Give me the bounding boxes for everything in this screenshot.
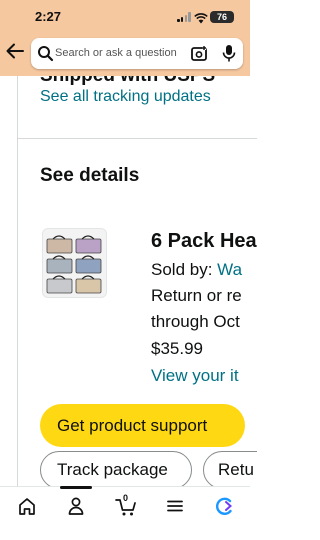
return-date-text: through Oct <box>151 312 240 331</box>
menu-icon[interactable] <box>163 495 187 517</box>
signal-icon <box>177 12 191 22</box>
status-bar: 2:27 76 <box>0 0 250 30</box>
header: 2:27 76 Search or ask a question <box>0 0 250 76</box>
camera-icon[interactable] <box>190 45 208 63</box>
search-icon <box>37 45 54 62</box>
return-window-text: Return or re <box>151 286 242 305</box>
battery-indicator: 76 <box>210 11 234 23</box>
search-bar[interactable]: Search or ask a question <box>31 38 243 69</box>
track-package-button[interactable]: Track package <box>40 451 192 486</box>
section-heading: See details <box>40 165 140 186</box>
product-image[interactable] <box>42 228 107 298</box>
get-product-support-button[interactable]: Get product support <box>40 404 245 447</box>
product-title[interactable]: 6 Pack Hea <box>151 230 257 253</box>
seller-link[interactable]: Wa <box>217 260 242 279</box>
search-input[interactable]: Search or ask a question <box>55 47 177 59</box>
shipment-heading: Shipped with USPS <box>40 76 215 87</box>
sold-by-label: Sold by: <box>151 260 218 279</box>
cart-count: 0 <box>123 493 129 503</box>
sold-by-line: Sold by: Wa <box>151 260 242 280</box>
mic-icon[interactable] <box>221 44 237 63</box>
ai-assistant-icon[interactable] <box>212 495 236 517</box>
home-icon[interactable] <box>15 495 39 517</box>
wifi-icon <box>194 11 208 24</box>
person-icon[interactable] <box>64 495 88 517</box>
see-all-tracking-link[interactable]: See all tracking updates <box>40 88 211 106</box>
divider <box>18 138 257 139</box>
bottom-nav: 0 <box>0 486 250 540</box>
order-card: Shipped with USPS See all tracking updat… <box>17 76 257 486</box>
back-arrow-icon[interactable] <box>4 40 26 62</box>
return-button[interactable]: Retu <box>203 451 257 486</box>
active-tab-indicator <box>60 486 92 489</box>
cart-icon[interactable]: 0 <box>114 493 138 517</box>
status-time: 2:27 <box>35 9 62 24</box>
product-price: $35.99 <box>151 339 203 358</box>
view-item-link[interactable]: View your it <box>151 366 239 386</box>
